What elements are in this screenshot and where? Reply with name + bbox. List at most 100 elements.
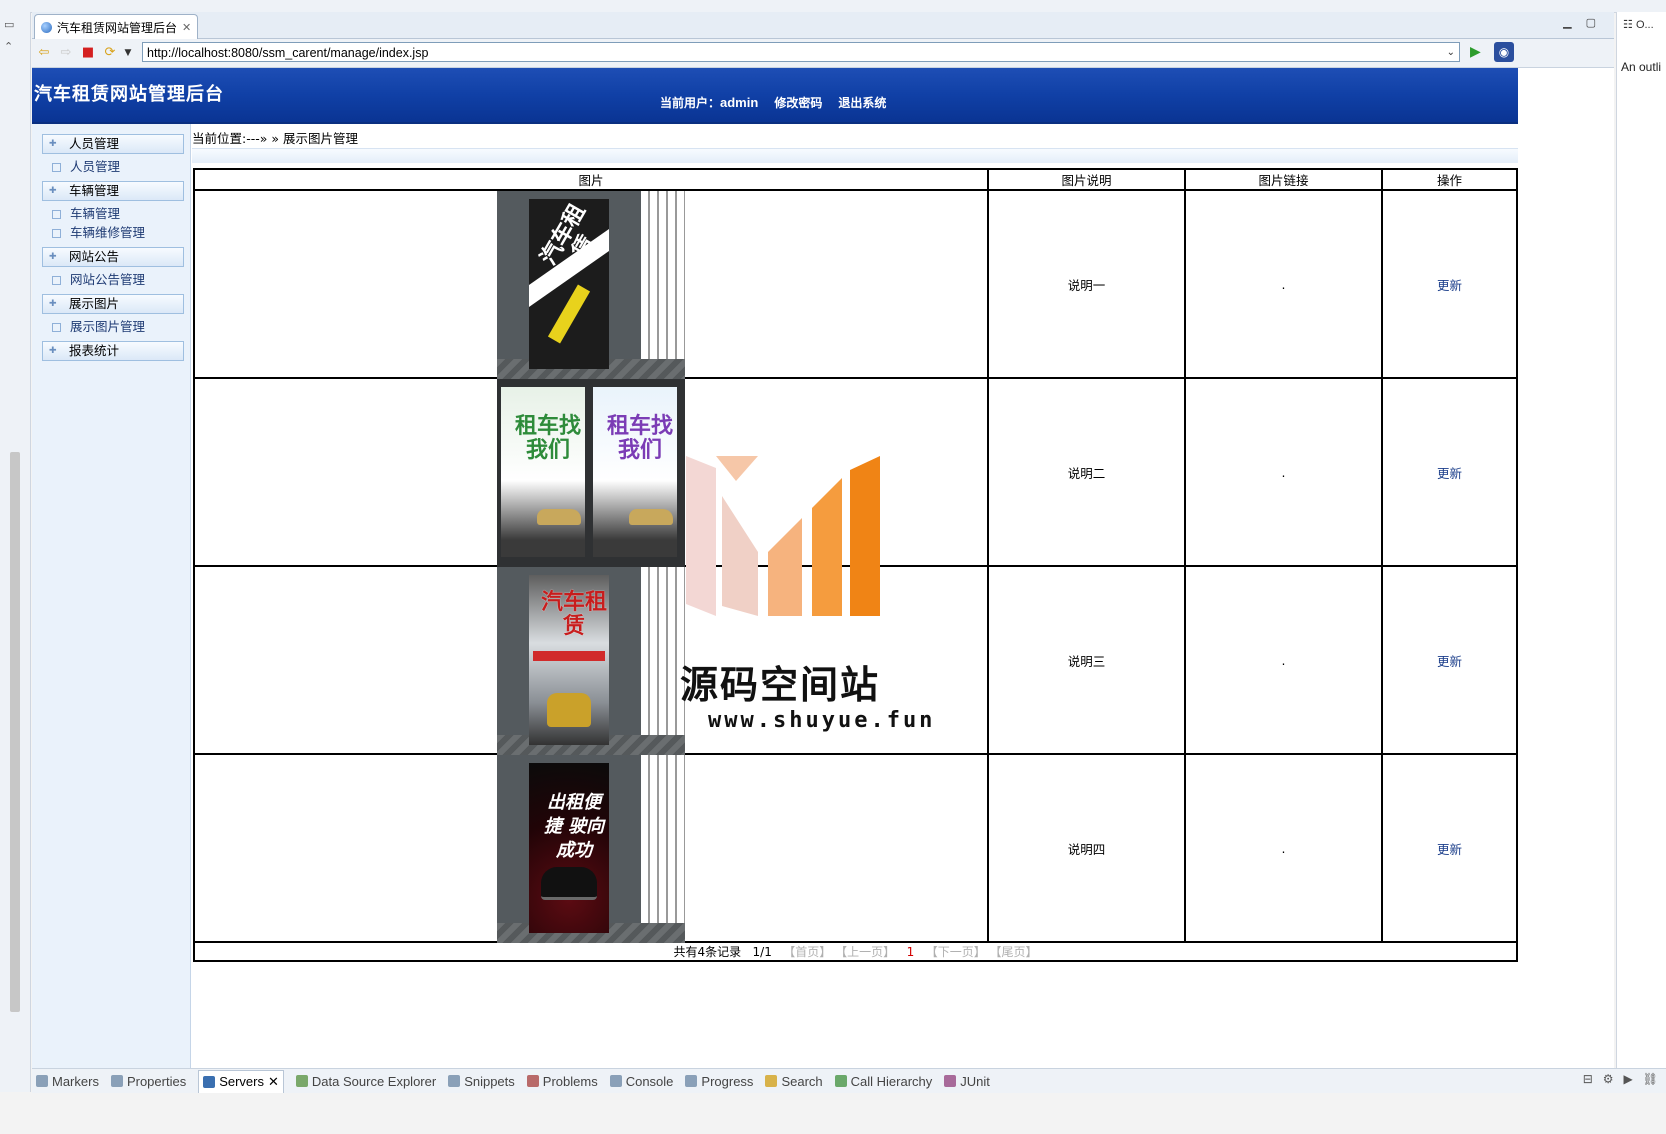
sidebar: ✚ 人员管理 人员管理 ✚ 车辆管理 车辆管理 车辆维修管理 ✚ 网站公告 网站公告管… — [32, 124, 191, 1078]
close-icon[interactable]: ✕ — [268, 1074, 279, 1090]
tab-problems[interactable]: Problems — [526, 1074, 598, 1089]
minimize-icon[interactable]: ▁ — [1563, 16, 1571, 29]
change-password-link[interactable]: 修改密码 — [774, 94, 822, 111]
bullet-icon — [52, 323, 61, 332]
tab-progress[interactable]: Progress — [685, 1074, 753, 1089]
tab-junit[interactable]: JUnit — [944, 1074, 990, 1089]
sidebar-item-vehicle-repair[interactable]: 车辆维修管理 — [52, 224, 145, 242]
poster-image: 汽车租赁 — [497, 567, 685, 755]
sidebar-group-personnel[interactable]: ✚ 人员管理 — [42, 134, 184, 154]
problems-icon — [526, 1075, 539, 1087]
divider — [192, 148, 1518, 163]
collapse-icon[interactable]: ⊟ — [1583, 1072, 1593, 1086]
update-link[interactable]: 更新 — [1437, 278, 1462, 293]
chevron-down-icon[interactable]: ▼ — [120, 45, 136, 61]
go-icon[interactable]: ▶ — [1470, 44, 1486, 60]
tab-data-source-explorer[interactable]: Data Source Explorer — [295, 1074, 436, 1089]
external-browser-icon[interactable]: ◉ — [1494, 42, 1514, 62]
logout-link[interactable]: 退出系统 — [838, 94, 886, 111]
search-icon — [765, 1075, 778, 1087]
image-cell: 出租便捷 驶向成功 — [193, 753, 989, 943]
sidebar-item-notice-manage[interactable]: 网站公告管理 — [52, 271, 145, 289]
site-header: 汽车租赁网站管理后台 当前用户：admin 修改密码 退出系统 — [32, 68, 1518, 124]
link-cell: . — [1184, 565, 1383, 755]
column-header-description: 图片说明 — [987, 168, 1186, 191]
back-icon[interactable]: ⇦ — [36, 45, 52, 61]
call-hierarchy-icon — [834, 1075, 847, 1087]
sidebar-group-reports[interactable]: ✚ 报表统计 — [42, 341, 184, 361]
play-icon[interactable]: ▶ — [1624, 1072, 1633, 1086]
link-icon[interactable]: ⛓ — [1643, 1072, 1658, 1086]
sidebar-group-images[interactable]: ✚ 展示图片 — [42, 294, 184, 314]
outline-tab[interactable]: ☷ O... — [1623, 18, 1654, 31]
outline-message: An outli — [1621, 60, 1662, 74]
pager-page-info: 1/1 — [752, 945, 772, 959]
tab-snippets[interactable]: Snippets — [448, 1074, 515, 1089]
sidebar-item-image-manage[interactable]: 展示图片管理 — [52, 318, 145, 336]
outline-panel: ☷ O... An outli — [1616, 12, 1666, 1092]
tab-search[interactable]: Search — [765, 1074, 823, 1089]
sidebar-item-personnel-manage[interactable]: 人员管理 — [52, 158, 120, 176]
browser-tab[interactable]: 汽车租赁网站管理后台 ✕ — [34, 14, 199, 39]
action-cell: 更新 — [1381, 565, 1518, 755]
chevron-up-icon[interactable]: ⌃ — [4, 40, 16, 53]
window-controls: ▁ ▢ — [1563, 16, 1596, 29]
browser-editor: 汽车租赁网站管理后台 ✕ ▁ ▢ ⇦ ⇨ ■ ⟳ ▼ http://localh… — [32, 12, 1614, 1092]
description-cell: 说明一 — [987, 189, 1186, 379]
progress-icon — [685, 1075, 698, 1087]
action-cell: 更新 — [1381, 189, 1518, 379]
pager-current[interactable]: 1 — [907, 945, 915, 959]
pager-prev[interactable]: 【上一页】 — [835, 945, 895, 959]
web-page: 汽车租赁网站管理后台 当前用户：admin 修改密码 退出系统 ✚ 人员管理 人员… — [32, 68, 1518, 1078]
pager-next[interactable]: 【下一页】 — [926, 945, 986, 959]
tab-markers[interactable]: Markers — [36, 1074, 99, 1089]
properties-icon — [110, 1075, 123, 1087]
gear-icon[interactable]: ⚙ — [1603, 1072, 1614, 1086]
chevron-down-icon[interactable]: ⌄ — [1447, 43, 1455, 63]
scrollbar[interactable] — [10, 452, 20, 1012]
sidebar-group-vehicles[interactable]: ✚ 车辆管理 — [42, 181, 184, 201]
minimize-icon[interactable]: ▭ — [4, 18, 16, 31]
console-icon — [609, 1075, 622, 1087]
action-cell: 更新 — [1381, 753, 1518, 943]
pager-first[interactable]: 【首页】 — [783, 945, 831, 959]
pager-cell: 共有4条记录 1/1 【首页】 【上一页】 1 【下一页】 【尾页】 — [193, 941, 1518, 962]
url-input[interactable]: http://localhost:8080/ssm_carent/manage/… — [142, 42, 1460, 62]
url-text: http://localhost:8080/ssm_carent/manage/… — [147, 46, 429, 60]
description-cell: 说明四 — [987, 753, 1186, 943]
sidebar-group-notices[interactable]: ✚ 网站公告 — [42, 247, 184, 267]
junit-icon — [944, 1075, 957, 1087]
bottom-panel-controls: ⊟ ⚙ ▶ ⛓ — [1583, 1072, 1658, 1086]
current-user-label: 当前用户：admin — [660, 95, 759, 110]
tab-console[interactable]: Console — [609, 1074, 673, 1089]
poster-image: 汽车租赁 — [497, 191, 685, 379]
markers-icon — [36, 1075, 48, 1087]
poster-image: 出租便捷 驶向成功 — [497, 755, 685, 943]
tab-properties[interactable]: Properties — [110, 1074, 186, 1089]
stop-icon[interactable]: ■ — [80, 45, 96, 61]
watermark-url: www.shuyue.fun — [708, 708, 936, 733]
username: admin — [720, 95, 759, 110]
globe-icon — [41, 21, 52, 33]
maximize-icon[interactable]: ▢ — [1586, 16, 1596, 29]
data-source-icon — [295, 1075, 308, 1087]
tab-call-hierarchy[interactable]: Call Hierarchy — [834, 1074, 932, 1089]
refresh-icon[interactable]: ⟳ — [102, 45, 118, 61]
pager-last[interactable]: 【尾页】 — [990, 945, 1038, 959]
poster-image: 租车找我们 租车找我们 — [497, 379, 685, 567]
left-gutter: ▭ ⌃ — [0, 12, 31, 1092]
tab-servers[interactable]: Servers ✕ — [198, 1069, 284, 1093]
update-link[interactable]: 更新 — [1437, 654, 1462, 669]
column-header-image: 图片 — [193, 168, 989, 191]
bullet-icon — [52, 163, 61, 172]
update-link[interactable]: 更新 — [1437, 466, 1462, 481]
close-icon[interactable]: ✕ — [182, 21, 191, 34]
table-header: 图片 图片说明 图片链接 操作 — [193, 168, 1518, 191]
servers-icon — [203, 1075, 216, 1088]
bullet-icon — [52, 210, 61, 219]
forward-icon[interactable]: ⇨ — [58, 45, 74, 61]
description-cell: 说明二 — [987, 377, 1186, 567]
sidebar-item-vehicle-manage[interactable]: 车辆管理 — [52, 205, 120, 223]
update-link[interactable]: 更新 — [1437, 842, 1462, 857]
column-header-action: 操作 — [1381, 168, 1518, 191]
